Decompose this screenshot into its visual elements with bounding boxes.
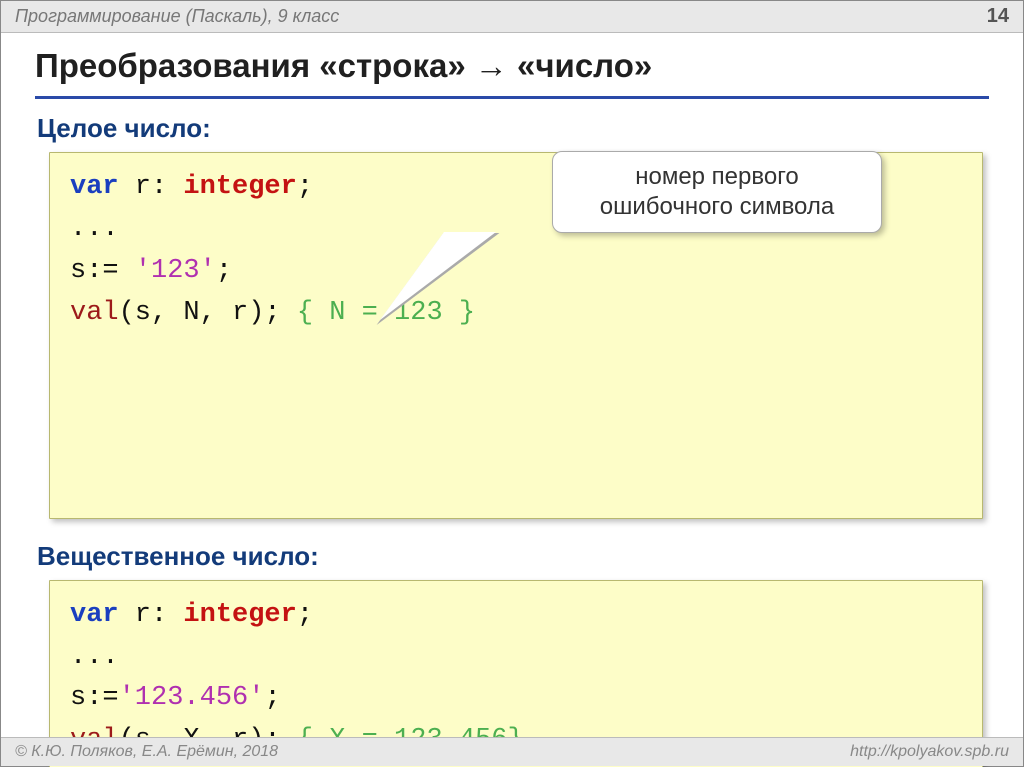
section-heading-integer: Целое число: — [37, 113, 989, 144]
code-type: integer — [183, 600, 296, 630]
section-heading-real: Вещественное число: — [37, 541, 989, 572]
code-text: s:= — [70, 256, 135, 286]
callout-bubble: номер первого ошибочного символа — [552, 151, 882, 233]
code-text: ... — [70, 642, 119, 672]
code-keyword: var — [70, 172, 119, 202]
code-type: integer — [183, 172, 296, 202]
code-text: r: — [119, 600, 184, 630]
code-string: '123' — [135, 256, 216, 286]
title-suffix: «число» — [508, 47, 652, 84]
code-text: ; — [297, 172, 313, 202]
code-function: val — [70, 298, 119, 328]
code-text: ; — [216, 256, 232, 286]
course-label: Программирование (Паскаль), 9 класс — [15, 6, 339, 27]
footer-url: http://kpolyakov.spb.ru — [850, 743, 1009, 761]
slide-header: Программирование (Паскаль), 9 класс 14 — [1, 1, 1023, 33]
code-keyword: var — [70, 600, 119, 630]
code-block-integer: var r: integer; ... s:= '123'; val(s, N,… — [49, 152, 983, 519]
page-number: 14 — [987, 5, 1009, 28]
code-text: ... — [70, 214, 119, 244]
code-text: ; — [264, 683, 280, 713]
slide-content: Преобразования «строка» → «число» Целое … — [1, 33, 1023, 767]
slide-footer: © К.Ю. Поляков, Е.А. Ерёмин, 2018 http:/… — [1, 737, 1023, 766]
callout-text: номер первого ошибочного символа — [600, 163, 834, 220]
code-text: (s, N, r); — [119, 298, 281, 328]
title-prefix: Преобразования «строка» — [35, 47, 475, 84]
code-text: s:= — [70, 683, 119, 713]
code-text: ; — [297, 600, 313, 630]
code-string: '123.456' — [119, 683, 265, 713]
code-text: r: — [119, 172, 184, 202]
arrow-icon: → — [475, 49, 508, 85]
slide-title: Преобразования «строка» → «число» — [35, 47, 989, 99]
copyright-label: © К.Ю. Поляков, Е.А. Ерёмин, 2018 — [15, 743, 278, 761]
callout-tail-fill — [380, 232, 496, 320]
